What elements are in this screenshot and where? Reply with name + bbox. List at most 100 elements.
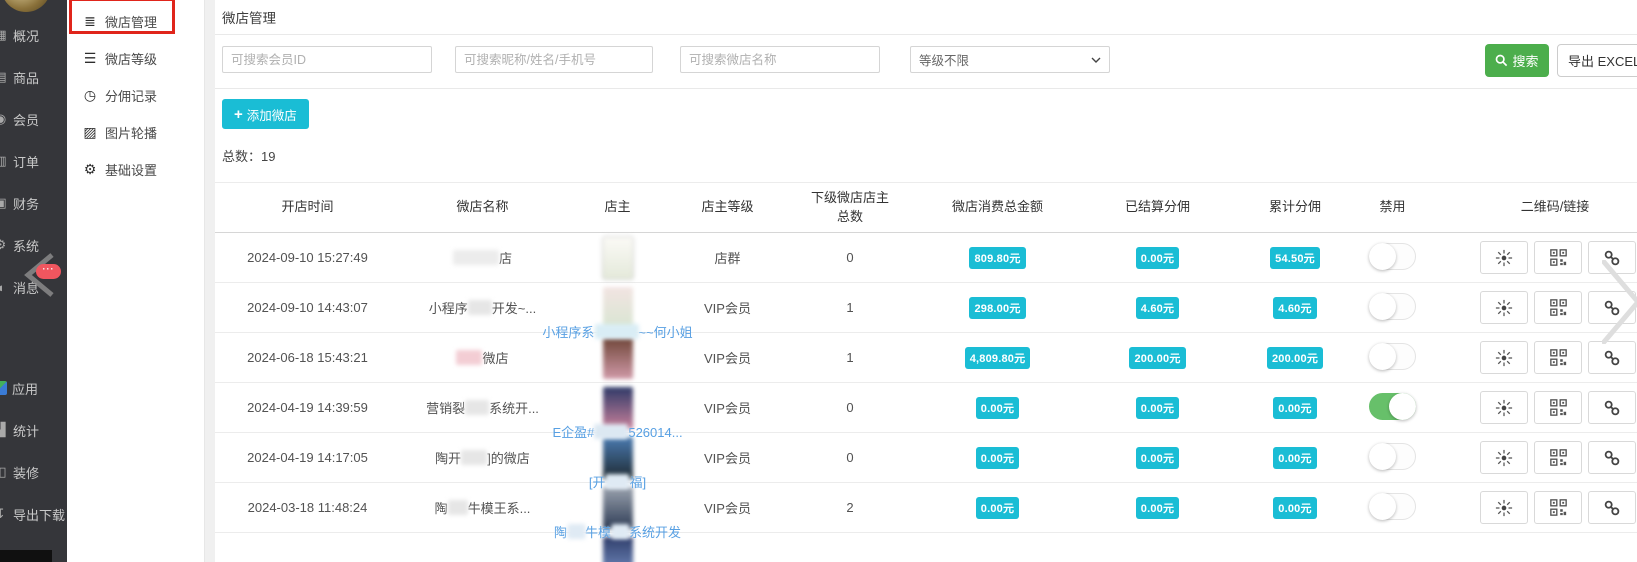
qrcode-button[interactable] xyxy=(1534,441,1582,474)
actions-cell xyxy=(1430,341,1637,374)
submenu-item-commission-record[interactable]: ◷ 分佣记录 xyxy=(67,84,204,106)
sidebar-item-messages[interactable]: ◖消息··· xyxy=(0,277,67,297)
qrcode-button[interactable] xyxy=(1534,491,1582,524)
owner-nickname-link[interactable]: E企盈#526014... xyxy=(552,422,682,441)
link-button[interactable] xyxy=(1588,391,1636,424)
text-part: 营销裂 xyxy=(426,401,465,416)
miniprogram-code-button[interactable] xyxy=(1480,491,1528,524)
submenu-item-label: 微店等级 xyxy=(105,49,157,68)
total-consume-cell: 0.00元 xyxy=(915,447,1080,469)
miniprogram-code-button[interactable] xyxy=(1480,391,1528,424)
submenu-item-banner-carousel[interactable]: ▨图片轮播 xyxy=(67,121,204,143)
link-button[interactable] xyxy=(1588,441,1636,474)
disable-toggle[interactable] xyxy=(1369,393,1416,420)
total-value: 19 xyxy=(261,149,275,164)
table-row: 2024-09-10 15:27:49店店群0809.80元0.00元54.50… xyxy=(215,233,1637,283)
qrcode-button[interactable] xyxy=(1534,241,1582,274)
user-avatar[interactable] xyxy=(1,0,51,12)
total-consume-badge: 0.00元 xyxy=(976,497,1019,519)
miniprogram-code-button[interactable] xyxy=(1480,241,1528,274)
miniprogram-code-button[interactable] xyxy=(1480,441,1528,474)
qrcode-icon xyxy=(1550,349,1567,366)
submenu-item-label: 图片轮播 xyxy=(105,123,157,142)
next-page-chevron-icon[interactable] xyxy=(1602,260,1637,344)
search-button[interactable]: 搜索 xyxy=(1485,44,1549,77)
text-part: ~~何小姐 xyxy=(638,325,692,340)
table-body: 2024-09-10 15:27:49店店群0809.80元0.00元54.50… xyxy=(215,233,1637,562)
sidebar-item-label: 装修 xyxy=(13,463,39,482)
toggle-knob xyxy=(1369,443,1396,470)
total-consume-badge: 298.00元 xyxy=(969,297,1025,319)
owner-search-input[interactable] xyxy=(455,46,653,73)
submenu-item-label: 分佣记录 xyxy=(105,86,157,105)
submenu-item-label: 基础设置 xyxy=(105,160,157,179)
total-consume-badge: 0.00元 xyxy=(976,397,1019,419)
submenu-item-shop-level[interactable]: ☰微店等级 xyxy=(67,47,204,69)
content-gutter xyxy=(205,0,215,562)
table-row: 2024-04-19 14:17:05陶开]的微店[开福]VIP会员00.00元… xyxy=(215,433,1637,483)
commission-record-icon: ◷ xyxy=(81,87,99,104)
qrcode-button[interactable] xyxy=(1534,291,1582,324)
sidebar-item-overview[interactable]: ▦概况 xyxy=(0,25,67,45)
disable-toggle[interactable] xyxy=(1369,243,1416,270)
column-header: 已结算分佣 xyxy=(1080,198,1235,217)
sidebar-item-apps[interactable]: 应用 xyxy=(0,378,67,398)
sidebar-item-stats[interactable]: ▟统计 xyxy=(0,420,67,440)
qrcode-icon xyxy=(1550,449,1567,466)
sub-shop-count: 2 xyxy=(785,500,915,515)
owner-nickname-link[interactable]: [开福] xyxy=(589,472,646,491)
qrcode-button[interactable] xyxy=(1534,391,1582,424)
sub-shop-count: 0 xyxy=(785,250,915,265)
sidebar-item-decorate[interactable]: ◧装修 xyxy=(0,462,67,482)
sidebar-item-orders[interactable]: ▥订单 xyxy=(0,151,67,171)
link-icon xyxy=(1603,449,1621,467)
cumulative-commission-cell: 0.00元 xyxy=(1235,447,1355,469)
miniprogram-code-icon xyxy=(1495,499,1513,517)
text-part: 微店 xyxy=(482,351,508,366)
censored-blur xyxy=(453,250,499,265)
disable-toggle[interactable] xyxy=(1369,493,1416,520)
level-filter-select[interactable]: 等级不限 xyxy=(910,46,1110,73)
disable-cell xyxy=(1355,293,1430,323)
disable-toggle[interactable] xyxy=(1369,443,1416,470)
qrcode-button[interactable] xyxy=(1534,341,1582,374)
sub-shop-count: 1 xyxy=(785,300,915,315)
link-button[interactable] xyxy=(1588,491,1636,524)
table-row: 2024-09-10 14:43:07小程序开发~...小程序系~~何小姐VIP… xyxy=(215,283,1637,333)
sidebar-item-label: 财务 xyxy=(13,194,39,213)
search-button-label: 搜索 xyxy=(1512,51,1538,70)
miniprogram-code-icon xyxy=(1495,299,1513,317)
export-excel-button[interactable]: 导出 EXCEL xyxy=(1557,44,1637,77)
apps-icon xyxy=(0,381,7,395)
settled-commission-badge: 200.00元 xyxy=(1129,347,1185,369)
column-header: 禁用 xyxy=(1355,198,1430,217)
actions-cell xyxy=(1430,391,1637,424)
owner-cell xyxy=(565,233,670,283)
sidebar-item-members[interactable]: ◉会员 xyxy=(0,109,67,129)
owner-level: VIP会员 xyxy=(670,498,785,517)
add-shop-button[interactable]: + 添加微店 xyxy=(222,99,309,129)
owner-nickname-link[interactable]: 陶牛模系统开发 xyxy=(554,522,681,541)
owner-level: VIP会员 xyxy=(670,348,785,367)
settled-commission-badge: 0.00元 xyxy=(1136,397,1179,419)
settled-commission-badge: 4.60元 xyxy=(1136,297,1179,319)
sidebar-item-system[interactable]: ⚙系统 xyxy=(0,235,67,255)
shop-name-search-input[interactable] xyxy=(680,46,880,73)
owner-nickname-link[interactable]: 小程序系~~何小姐 xyxy=(542,322,692,341)
sidebar-item-finance[interactable]: ▣财务 xyxy=(0,193,67,213)
disable-toggle[interactable] xyxy=(1369,293,1416,320)
text-part: 福] xyxy=(630,475,647,490)
miniprogram-code-button[interactable] xyxy=(1480,291,1528,324)
member-id-search-input[interactable] xyxy=(222,46,432,73)
link-button[interactable] xyxy=(1588,341,1636,374)
submenu-item-basic-settings[interactable]: ⚙基础设置 xyxy=(67,158,204,180)
disable-cell xyxy=(1355,343,1430,373)
submenu-item-shop-manage[interactable]: ≣微店管理 xyxy=(67,10,204,32)
text-part: 牛模王系... xyxy=(468,501,531,516)
sidebar-item-download[interactable]: ↧导出下载 xyxy=(0,504,67,524)
sidebar-item-goods[interactable]: ▤商品 xyxy=(0,67,67,87)
disable-toggle[interactable] xyxy=(1369,343,1416,370)
download-icon: ↧ xyxy=(0,506,8,522)
toggle-knob xyxy=(1389,393,1416,420)
miniprogram-code-button[interactable] xyxy=(1480,341,1528,374)
